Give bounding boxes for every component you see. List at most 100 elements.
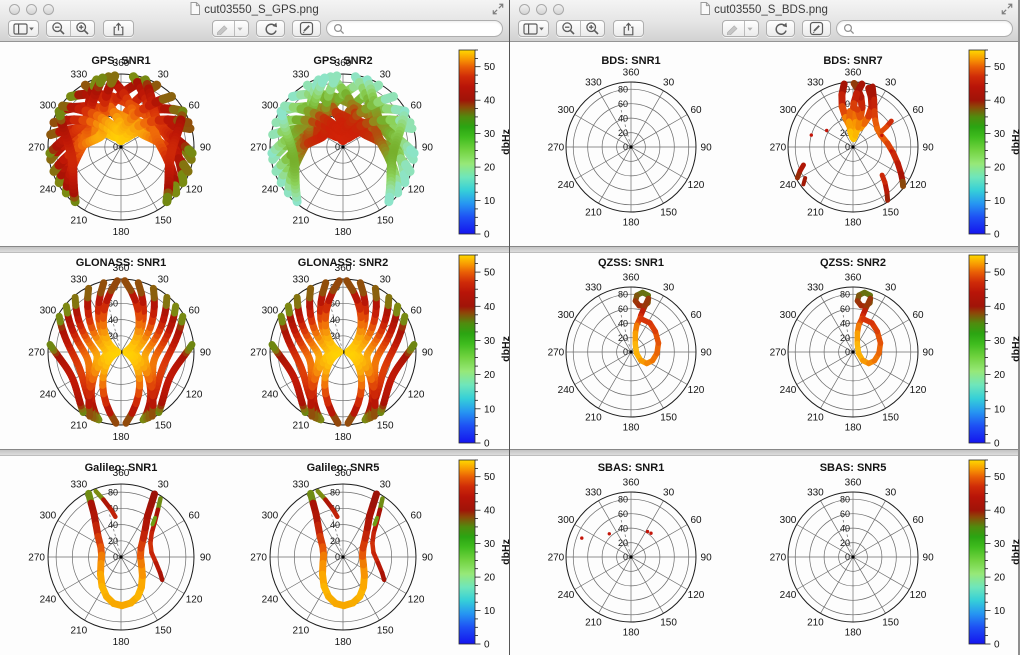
zoom-window-button[interactable]	[553, 4, 564, 15]
rotate-left-button[interactable]	[256, 20, 285, 37]
azimuth-label: 240	[558, 385, 575, 396]
minimize-button[interactable]	[536, 4, 547, 15]
azimuth-label: 330	[807, 488, 824, 499]
colorbar-tick-label: 0	[994, 230, 1000, 241]
polar-plot: 3603060901201501802102402703003300204060…	[741, 462, 965, 652]
zoom-control	[46, 20, 95, 37]
azimuth-label: 30	[885, 283, 897, 294]
polar-plot: 3603060901201501802102402703003300204060…	[231, 52, 455, 242]
view-options-button[interactable]	[8, 20, 39, 37]
search-field[interactable]	[326, 20, 503, 37]
azimuth-label: 180	[335, 637, 352, 648]
close-button[interactable]	[519, 4, 530, 15]
plot-title: Galileo: SNR1	[11, 462, 231, 474]
azimuth-label: 90	[200, 143, 212, 154]
azimuth-label: 180	[845, 423, 862, 434]
azimuth-label: 270	[548, 348, 565, 359]
window-chrome: cut03550_S_BDS.png	[510, 0, 1018, 42]
zoom-window-button[interactable]	[43, 4, 54, 15]
azimuth-label: 30	[663, 283, 675, 294]
azimuth-label: 60	[690, 310, 702, 321]
colorbar-tick-label: 30	[484, 539, 496, 550]
azimuth-label: 30	[663, 488, 675, 499]
azimuth-label: 240	[780, 385, 797, 396]
elevation-label: 80	[840, 494, 850, 504]
plot-title: GPS: SNR2	[233, 55, 453, 67]
azimuth-label: 240	[40, 390, 57, 401]
elevation-label: 0	[113, 142, 118, 152]
window-controls	[519, 4, 564, 15]
azimuth-label: 240	[558, 590, 575, 601]
elevation-label: 40	[330, 520, 340, 530]
azimuth-label: 330	[70, 479, 87, 490]
azimuth-label: 330	[585, 283, 602, 294]
annotate-button[interactable]	[212, 20, 249, 37]
colorbar-tick-label: 40	[994, 96, 1006, 107]
azimuth-label: 30	[380, 479, 392, 490]
colorbar-tick-label: 20	[994, 163, 1006, 174]
colorbar-unit-label: dbHz	[1010, 539, 1020, 565]
polar-plot: 3603060901201501802102402703003300204060…	[9, 257, 233, 447]
search-input[interactable]	[859, 22, 1006, 35]
azimuth-label: 120	[186, 390, 203, 401]
azimuth-label: 360	[623, 67, 640, 78]
search-field[interactable]	[836, 20, 1013, 37]
window-separator	[510, 246, 1018, 253]
elevation-label: 20	[840, 333, 850, 343]
annotate-button[interactable]	[722, 20, 759, 37]
search-input[interactable]	[349, 22, 496, 35]
markup-toolbar-button[interactable]	[802, 20, 831, 37]
azimuth-label: 210	[292, 216, 309, 227]
minimize-button[interactable]	[26, 4, 37, 15]
elevation-label: 80	[840, 289, 850, 299]
elevation-label: 40	[618, 113, 628, 123]
elevation-label: 40	[108, 315, 118, 325]
zoom-in-icon	[585, 21, 600, 36]
azimuth-label: 120	[186, 595, 203, 606]
share-button[interactable]	[103, 20, 134, 37]
azimuth-label: 30	[885, 488, 897, 499]
fullscreen-icon[interactable]	[492, 3, 504, 15]
azimuth-label: 150	[660, 618, 677, 629]
elevation-label: 40	[840, 318, 850, 328]
plot-title: GLONASS: SNR1	[11, 257, 231, 269]
view-options-button[interactable]	[518, 20, 549, 37]
annotate-pen-icon	[216, 23, 234, 35]
colorbar: 01020304050dbHz	[968, 453, 1020, 651]
zoom-out-button[interactable]	[47, 21, 70, 36]
azimuth-label: 120	[186, 185, 203, 196]
zoom-in-button[interactable]	[581, 21, 604, 36]
azimuth-label: 120	[688, 385, 705, 396]
elevation-label: 40	[618, 318, 628, 328]
elevation-label: 0	[845, 142, 850, 152]
plot-title: BDS: SNR7	[743, 55, 963, 67]
azimuth-label: 210	[585, 208, 602, 219]
rotate-left-icon	[773, 21, 788, 36]
zoom-in-button[interactable]	[71, 21, 94, 36]
elevation-label: 20	[108, 536, 118, 546]
polar-plot: 3603060901201501802102402703003300204060…	[519, 462, 743, 652]
colorbar-tick-label: 10	[484, 196, 496, 207]
markup-toolbar-button[interactable]	[292, 20, 321, 37]
azimuth-label: 90	[200, 553, 212, 564]
azimuth-label: 180	[845, 218, 862, 229]
colorbar: 01020304050dbHz	[968, 248, 1020, 450]
azimuth-label: 180	[623, 218, 640, 229]
share-button[interactable]	[613, 20, 644, 37]
colorbar-tick-label: 10	[994, 404, 1006, 415]
rotate-left-button[interactable]	[766, 20, 795, 37]
elevation-label: 80	[618, 289, 628, 299]
azimuth-label: 300	[262, 510, 279, 521]
azimuth-label: 300	[780, 310, 797, 321]
azimuth-label: 90	[422, 553, 434, 564]
zoom-out-button[interactable]	[557, 21, 580, 36]
window-chrome: cut03550_S_GPS.png	[0, 0, 509, 42]
elevation-label: 60	[618, 509, 628, 519]
elevation-label: 0	[113, 552, 118, 562]
elevation-label: 20	[618, 333, 628, 343]
close-button[interactable]	[9, 4, 20, 15]
fullscreen-icon[interactable]	[1001, 3, 1013, 15]
azimuth-label: 240	[780, 180, 797, 191]
plot-title: QZSS: SNR1	[521, 257, 741, 269]
elevation-label: 40	[840, 523, 850, 533]
